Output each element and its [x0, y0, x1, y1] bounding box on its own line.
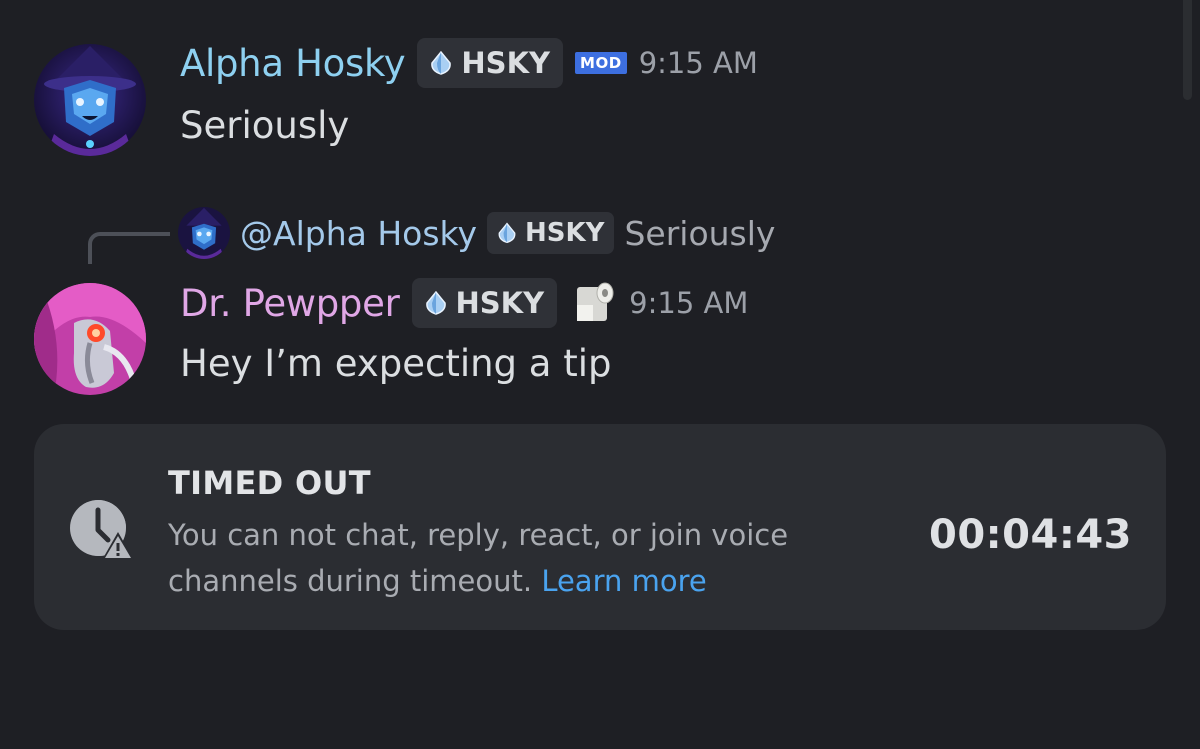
reply-server-tag[interactable]: HSKY: [486, 212, 615, 254]
gem-icon: [425, 290, 446, 315]
timeout-notice: TIMED OUT You can not chat, reply, react…: [34, 424, 1166, 630]
timestamp: 9:15 AM: [629, 286, 749, 320]
reply-mention[interactable]: @Alpha Hosky: [240, 214, 477, 253]
tag-label: HSKY: [524, 218, 605, 248]
learn-more-link[interactable]: Learn more: [541, 564, 706, 598]
tag-label: HSKY: [455, 286, 545, 320]
message-content: Seriously: [180, 104, 350, 147]
server-tag[interactable]: HSKY: [417, 38, 564, 88]
tag-label: HSKY: [461, 46, 551, 80]
timeout-clock-icon: [68, 498, 134, 566]
reply-avatar: [178, 207, 230, 259]
reply-connector: [88, 232, 170, 264]
avatar[interactable]: [34, 44, 146, 156]
mod-badge: MOD: [575, 52, 627, 74]
timeout-countdown: 00:04:43: [929, 512, 1132, 558]
avatar[interactable]: [34, 283, 146, 395]
timestamp: 9:15 AM: [638, 46, 758, 80]
reply-preview[interactable]: Seriously: [624, 214, 775, 253]
gem-icon: [498, 222, 516, 244]
reply-reference[interactable]: @Alpha Hosky HSKY Seriously: [178, 207, 775, 259]
timeout-body: You can not chat, reply, react, or join …: [168, 512, 828, 604]
scrollbar[interactable]: [1183, 0, 1192, 100]
gem-icon: [431, 50, 452, 75]
server-tag[interactable]: HSKY: [411, 278, 558, 328]
message-content: Hey I’m expecting a tip: [180, 342, 612, 385]
author-name[interactable]: Dr. Pewpper: [180, 285, 400, 322]
author-name[interactable]: Alpha Hosky: [180, 45, 406, 82]
toilet-paper-icon: [569, 279, 617, 327]
timeout-title: TIMED OUT: [168, 464, 371, 502]
